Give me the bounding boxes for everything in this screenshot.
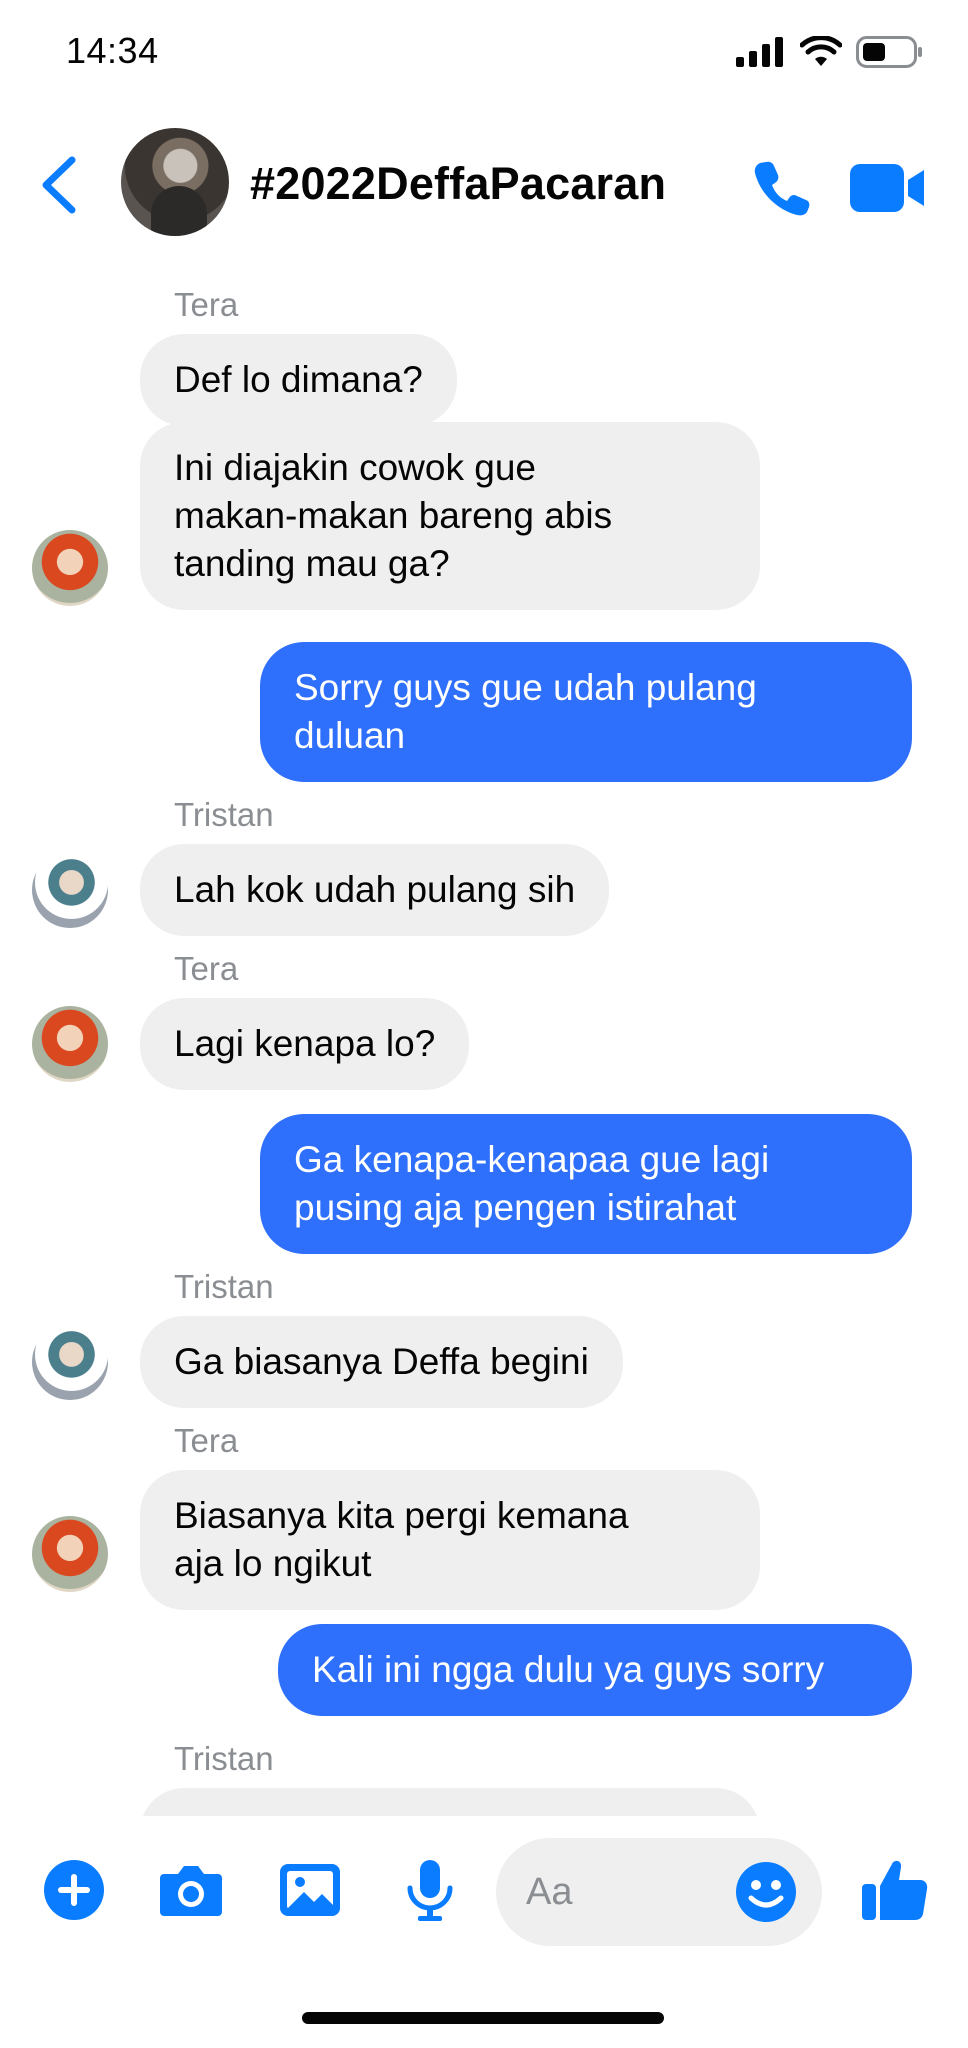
back-button[interactable]: [34, 150, 84, 220]
avatar-tera[interactable]: [32, 530, 108, 606]
incoming-message[interactable]: Biasanya kita pergi kemana aja lo ngikut: [140, 1470, 760, 1610]
avatar-tristan[interactable]: [32, 852, 108, 928]
status-icons: [736, 36, 924, 68]
avatar-tristan[interactable]: [32, 1324, 108, 1400]
sender-name: Tera: [174, 1422, 239, 1459]
incoming-message[interactable]: Lagi kenapa lo?: [140, 998, 470, 1090]
incoming-message[interactable]: Def lo yakin lagi ga: [140, 1788, 760, 1816]
microphone-icon: [407, 1860, 453, 1921]
group-avatar[interactable]: [121, 128, 229, 236]
camera-icon: [160, 1866, 222, 1916]
incoming-message[interactable]: Ga biasanya Deffa begini: [140, 1316, 623, 1408]
sender-name: Tristan: [174, 1268, 274, 1305]
sender-name: Tristan: [174, 796, 274, 833]
composer-bar: [0, 1816, 968, 1956]
outgoing-message[interactable]: Sorry guys gue udah pulang duluan: [260, 642, 912, 782]
message-list[interactable]: Tera Def lo dimana? Ini diajakin cowok g…: [0, 260, 968, 1816]
like-button[interactable]: [860, 1854, 930, 1924]
chevron-left-icon: [42, 156, 76, 214]
cellular-signal-icon: [736, 37, 783, 67]
sender-name: Tristan: [174, 1740, 274, 1777]
image-icon: [280, 1864, 340, 1916]
incoming-message[interactable]: Def lo dimana?: [140, 334, 457, 426]
avatar-tera[interactable]: [32, 1516, 108, 1592]
battery-icon: [856, 36, 922, 68]
gallery-button[interactable]: [278, 1858, 342, 1922]
avatar-tera[interactable]: [32, 1006, 108, 1082]
status-time: 14:34: [66, 30, 159, 71]
phone-icon: [754, 161, 810, 216]
thumbs-up-icon: [862, 1860, 928, 1920]
voice-message-button[interactable]: [398, 1858, 462, 1922]
camera-button[interactable]: [158, 1858, 222, 1922]
audio-call-button[interactable]: [752, 158, 812, 218]
incoming-message[interactable]: Lah kok udah pulang sih: [140, 844, 610, 936]
status-bar: 14:34: [0, 0, 968, 110]
group-title[interactable]: #2022DeffaPacaran: [250, 158, 666, 210]
video-camera-icon: [850, 164, 924, 212]
add-button[interactable]: [42, 1858, 106, 1922]
outgoing-message[interactable]: Kali ini ngga dulu ya guys sorry: [278, 1624, 912, 1716]
chat-header: #2022DeffaPacaran: [0, 110, 968, 260]
outgoing-message[interactable]: Ga kenapa-kenapaa gue lagi pusing aja pe…: [260, 1114, 912, 1254]
smiley-icon: [736, 1862, 796, 1922]
sender-name: Tera: [174, 286, 239, 323]
home-indicator: [302, 2012, 664, 2024]
plus-circle-icon: [44, 1860, 104, 1920]
incoming-message[interactable]: Ini diajakin cowok gue makan-makan baren…: [140, 422, 760, 610]
wifi-icon: [800, 36, 842, 66]
video-call-button[interactable]: [850, 162, 926, 214]
emoji-button[interactable]: [734, 1860, 798, 1924]
sender-name: Tera: [174, 950, 239, 987]
